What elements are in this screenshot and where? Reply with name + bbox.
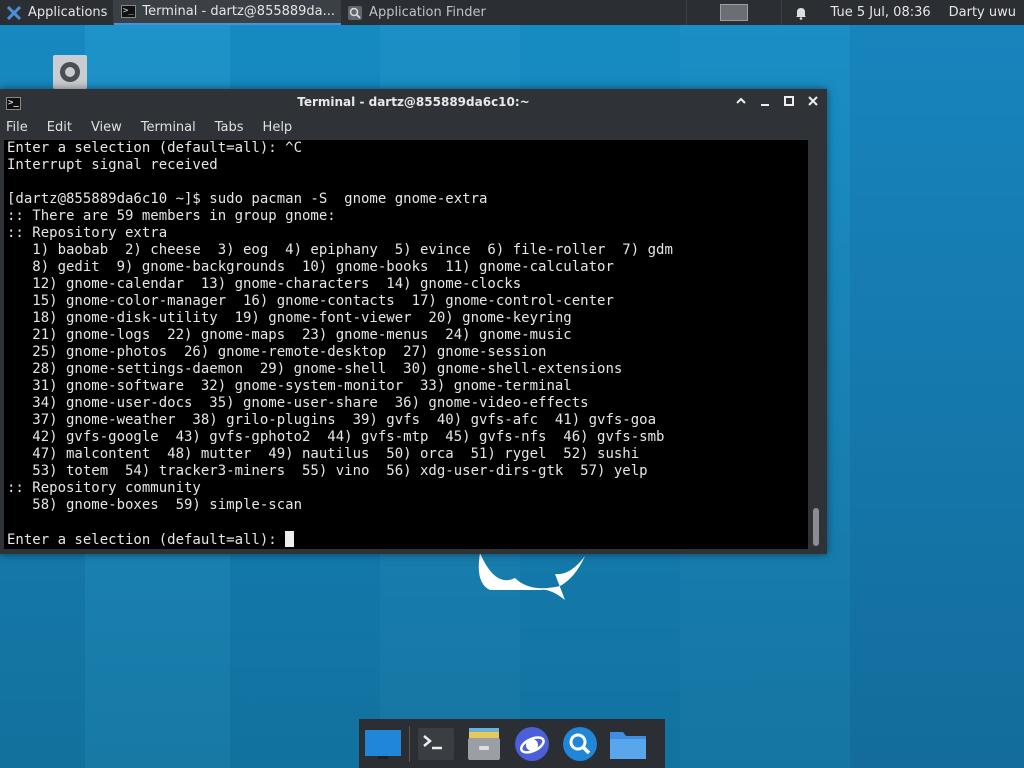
terminal-line: 31) gnome-software 32) gnome-system-moni…	[7, 378, 572, 394]
dock-separator	[409, 725, 410, 762]
minimize-button[interactable]	[757, 93, 773, 109]
terminal-line: 18) gnome-disk-utility 19) gnome-font-vi…	[7, 310, 572, 326]
wallpaper-mascot	[478, 553, 585, 600]
terminal-line: 28) gnome-settings-daemon 29) gnome-shel…	[7, 361, 623, 377]
dock-appfinder-button[interactable]	[556, 719, 604, 768]
taskbar-finder-label: Application Finder	[369, 5, 486, 20]
top-panel: Applications >_ Terminal - dartz@855889d…	[0, 0, 1024, 25]
terminal-line: 42) gvfs-google 43) gvfs-gphoto2 44) gvf…	[7, 429, 665, 445]
terminal-line: 25) gnome-photos 26) gnome-remote-deskto…	[7, 344, 547, 360]
menu-tabs[interactable]: Tabs	[215, 120, 244, 135]
terminal-line: :: There are 59 members in group gnome:	[7, 208, 336, 224]
menu-terminal[interactable]: Terminal	[141, 120, 196, 135]
dock-browser-button[interactable]	[508, 719, 556, 768]
close-icon	[808, 96, 818, 106]
terminal-line: Interrupt signal received	[7, 157, 218, 173]
terminal-line: :: Repository extra	[7, 225, 168, 241]
terminal-lines: Enter a selection (default=all): ^C Inter…	[4, 140, 808, 531]
terminal-line: 47) malcontent 48) mutter 49) nautilus 5…	[7, 446, 640, 462]
file-cabinet-icon	[468, 727, 500, 760]
applications-label: Applications	[28, 5, 108, 20]
menu-help[interactable]: Help	[263, 120, 293, 135]
dock-files-button[interactable]	[460, 719, 508, 768]
terminal-scrollbar[interactable]	[810, 140, 823, 549]
terminal-line: 8) gedit 9) gnome-backgrounds 10) gnome-…	[7, 259, 614, 275]
window-menubar: File Edit View Terminal Tabs Help	[0, 115, 827, 139]
show-desktop-button[interactable]	[359, 719, 407, 768]
terminal-line: 1) baobab 2) cheese 3) eog 4) epiphany 5…	[7, 242, 673, 258]
terminal-line: 34) gnome-user-docs 35) gnome-user-share…	[7, 395, 589, 411]
maximize-icon	[784, 96, 794, 106]
terminal-line: 53) totem 54) tracker3-miners 55) vino 5…	[7, 463, 648, 479]
taskbar-terminal[interactable]: >_ Terminal - dartz@855889da...	[114, 0, 342, 25]
minimize-icon	[761, 104, 769, 106]
terminal-prompt-line[interactable]: Enter a selection (default=all):	[4, 531, 808, 549]
terminal-line: 12) gnome-calendar 13) gnome-characters …	[7, 276, 522, 292]
terminal-window[interactable]: >_ Terminal - dartz@855889da6c10:~ File …	[0, 89, 827, 554]
desktop-drive-icon[interactable]	[53, 55, 87, 89]
web-browser-icon	[515, 726, 549, 761]
terminal-line: Enter a selection (default=all): ^C	[7, 140, 303, 156]
dock-folder-button[interactable]	[604, 719, 652, 768]
terminal-line: 37) gnome-weather 38) grilo-plugins 39) …	[7, 412, 657, 428]
terminal-line: [dartz@855889da6c10 ~]$ sudo pacman -S g…	[7, 191, 488, 207]
taskbar-terminal-label: Terminal - dartz@855889da...	[142, 4, 336, 19]
text-cursor	[285, 531, 295, 547]
window-title: Terminal - dartz@855889da6c10:~	[297, 95, 530, 109]
xfce-logo-icon	[6, 5, 22, 21]
terminal-prompt: Enter a selection (default=all):	[7, 532, 286, 548]
magnifier-icon	[347, 5, 363, 21]
user-menu[interactable]: Darty uwu	[941, 0, 1024, 25]
keep-above-button[interactable]	[733, 93, 749, 109]
disc-icon	[60, 62, 80, 82]
clock[interactable]: Tue 5 Jul, 08:36	[820, 0, 940, 25]
menu-file[interactable]: File	[6, 120, 28, 135]
maximize-button[interactable]	[781, 93, 797, 109]
dock-terminal-button[interactable]	[412, 719, 460, 768]
window-controls	[733, 93, 821, 109]
taskbar-app-finder[interactable]: Application Finder	[341, 0, 492, 25]
clock-label: Tue 5 Jul, 08:36	[830, 5, 931, 20]
terminal-icon	[418, 727, 454, 760]
window-titlebar[interactable]: >_ Terminal - dartz@855889da6c10:~	[0, 89, 827, 115]
terminal-line: 58) gnome-boxes 59) simple-scan	[7, 497, 303, 513]
dock	[359, 719, 665, 768]
folder-icon	[610, 731, 646, 759]
workspace-switcher[interactable]	[687, 0, 781, 25]
workspace-1[interactable]	[720, 4, 749, 21]
notifications-button[interactable]	[782, 0, 820, 25]
terminal-line: :: Repository community	[7, 480, 201, 496]
app-finder-icon	[563, 726, 597, 761]
scrollbar-thumb[interactable]	[813, 508, 819, 546]
terminal-line: 21) gnome-logs 22) gnome-maps 23) gnome-…	[7, 327, 572, 343]
menu-edit[interactable]: Edit	[47, 120, 72, 135]
bell-icon	[796, 7, 807, 20]
close-button[interactable]	[805, 93, 821, 109]
user-label: Darty uwu	[948, 5, 1016, 20]
terminal-line: 15) gnome-color-manager 16) gnome-contac…	[7, 293, 614, 309]
chevron-up-icon	[736, 97, 746, 104]
show-desktop-icon	[365, 729, 401, 759]
applications-menu[interactable]: Applications	[0, 0, 113, 25]
terminal-icon: >_	[120, 4, 136, 20]
menu-view[interactable]: View	[91, 120, 122, 135]
terminal-output[interactable]: Enter a selection (default=all): ^C Inter…	[4, 140, 808, 549]
